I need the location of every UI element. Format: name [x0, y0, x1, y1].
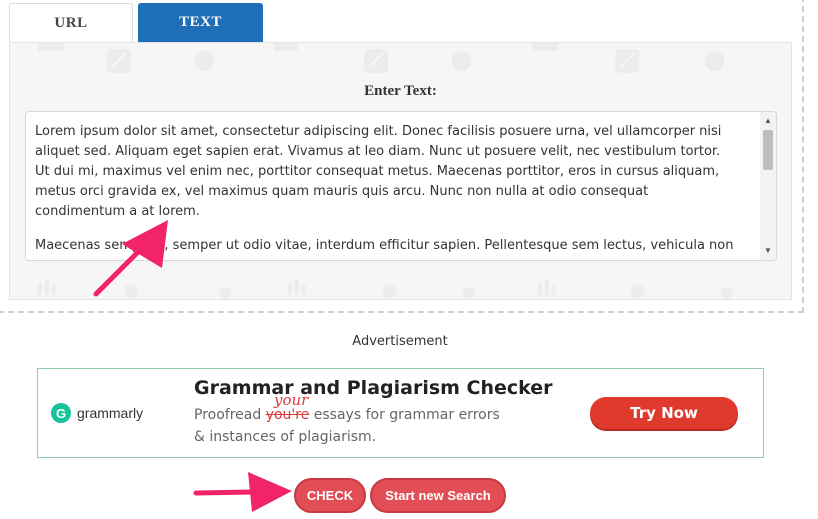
ad-line-1-end: essays for grammar errors	[309, 407, 500, 423]
scroll-down-icon[interactable]: ▼	[760, 244, 776, 258]
ad-line-2: & instances of plagiarism.	[194, 429, 377, 445]
scroll-up-icon[interactable]: ▲	[760, 114, 776, 128]
grammarly-logo-icon: G	[51, 403, 71, 423]
check-button[interactable]: CHECK	[294, 478, 366, 513]
advertisement-label: Advertisement	[352, 334, 448, 349]
textbox-scrollbar[interactable]: ▲ ▼	[760, 112, 776, 260]
scroll-thumb[interactable]	[763, 130, 773, 170]
ad-try-now-button[interactable]: Try Now	[590, 397, 738, 429]
ad-line-1-start: Proofread	[194, 407, 266, 423]
advertisement-banner[interactable]: G grammarly Grammar and Plagiarism Check…	[37, 368, 764, 458]
start-new-search-button[interactable]: Start new Search	[370, 478, 506, 513]
ad-struck-word: you're	[265, 407, 310, 423]
ad-headline: Grammar and Plagiarism Checker	[194, 377, 553, 399]
text-input-area[interactable]: Lorem ipsum dolor sit amet, consectetur …	[25, 111, 777, 261]
arrow-to-check-icon	[193, 472, 292, 512]
text-paragraph: Lorem ipsum dolor sit amet, consectetur …	[35, 124, 722, 219]
tab-url[interactable]: URL	[9, 3, 133, 42]
text-panel: Enter Text: Lorem ipsum dolor sit amet, …	[9, 42, 792, 300]
grammarly-logo-text: grammarly	[77, 405, 144, 421]
enter-text-label: Enter Text:	[364, 83, 437, 99]
text-paragraph: Maecenas semper s, semper ut odio vitae,…	[35, 238, 734, 253]
ad-line-1: Proofread you're essays for grammar erro…	[194, 407, 500, 423]
tab-text[interactable]: TEXT	[138, 3, 263, 42]
text-input-content[interactable]: Lorem ipsum dolor sit amet, consectetur …	[35, 122, 735, 260]
grammarly-logo: G grammarly	[51, 403, 143, 423]
